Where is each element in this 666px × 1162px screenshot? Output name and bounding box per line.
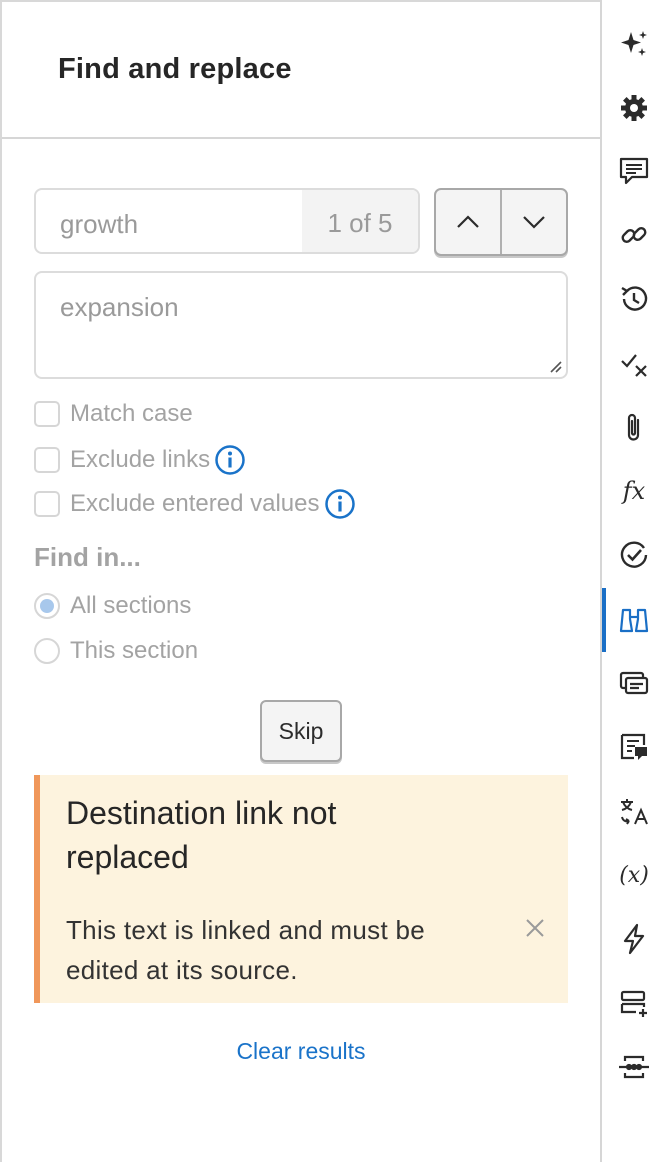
right-tool-rail: fx (x) (600, 0, 666, 1162)
panel-title: Find and replace (58, 53, 292, 85)
comment-icon[interactable] (602, 143, 666, 199)
chevron-up-icon (457, 215, 479, 228)
find-in-heading: Find in... (34, 542, 141, 572)
this-section-label: This section (70, 637, 199, 664)
exclude-values-label: Exclude entered values (70, 490, 320, 517)
scope-this-section[interactable]: This section (34, 637, 198, 665)
match-case-option[interactable]: Match case (34, 400, 193, 428)
match-navigation (434, 188, 568, 256)
add-row-icon[interactable] (602, 975, 666, 1031)
gear-icon[interactable] (602, 80, 666, 136)
match-count: 1 of 5 (302, 190, 418, 252)
translate-icon[interactable] (602, 783, 666, 839)
alert-message-line: edited at its source. (66, 955, 298, 985)
this-section-radio[interactable] (34, 638, 60, 664)
find-replace-panel: Find and replace growth 1 of 5 expansion… (2, 2, 600, 1162)
next-match-button[interactable] (500, 190, 566, 254)
all-sections-radio[interactable] (34, 593, 60, 619)
find-input[interactable]: growth (36, 190, 302, 252)
alert-message-line: This text is linked and must be (66, 915, 426, 945)
panel-header: Find and replace (2, 2, 600, 139)
chevron-down-icon (523, 216, 545, 229)
exclude-links-checkbox[interactable] (34, 447, 60, 473)
link-icon[interactable] (602, 207, 666, 263)
replace-value: expansion (60, 292, 179, 322)
function-icon-label: fx (622, 477, 646, 505)
previous-match-button[interactable] (436, 190, 500, 254)
alert-title: Destination link not replaced (66, 795, 337, 875)
sparkle-icon[interactable] (602, 16, 666, 72)
note-comment-icon[interactable] (602, 719, 666, 775)
exclude-values-option[interactable]: Exclude entered values (34, 488, 356, 520)
variable-icon[interactable]: (x) (602, 847, 666, 903)
find-field[interactable]: growth 1 of 5 (34, 188, 420, 254)
match-case-checkbox[interactable] (34, 401, 60, 427)
check-cross-icon[interactable] (602, 335, 666, 391)
all-sections-label: All sections (70, 592, 192, 619)
exclude-values-checkbox[interactable] (34, 491, 60, 517)
variable-icon-label: (x) (619, 862, 649, 888)
close-icon[interactable] (524, 917, 546, 939)
alert-message: This text is linked and must be edited a… (66, 910, 425, 990)
exclude-links-option[interactable]: Exclude links (34, 444, 246, 476)
warning-alert: Destination link not replaced This text … (34, 775, 568, 1003)
exclude-links-label: Exclude links (70, 446, 211, 473)
binoculars-icon[interactable] (602, 588, 666, 652)
history-icon[interactable] (602, 271, 666, 327)
clear-results-link[interactable]: Clear results (2, 1038, 600, 1065)
resize-handle-icon[interactable] (548, 359, 562, 373)
cards-icon[interactable] (602, 655, 666, 711)
skip-button[interactable]: Skip (260, 700, 342, 762)
info-icon[interactable] (324, 488, 356, 520)
lightning-icon[interactable] (602, 911, 666, 967)
info-icon[interactable] (214, 444, 246, 476)
paperclip-icon[interactable] (602, 399, 666, 455)
connector-icon[interactable] (602, 1039, 666, 1095)
scope-all-sections[interactable]: All sections (34, 592, 191, 620)
function-icon[interactable]: fx (602, 463, 666, 519)
check-circle-icon[interactable] (602, 527, 666, 583)
replace-input[interactable]: expansion (34, 271, 568, 379)
match-case-label: Match case (70, 400, 193, 427)
